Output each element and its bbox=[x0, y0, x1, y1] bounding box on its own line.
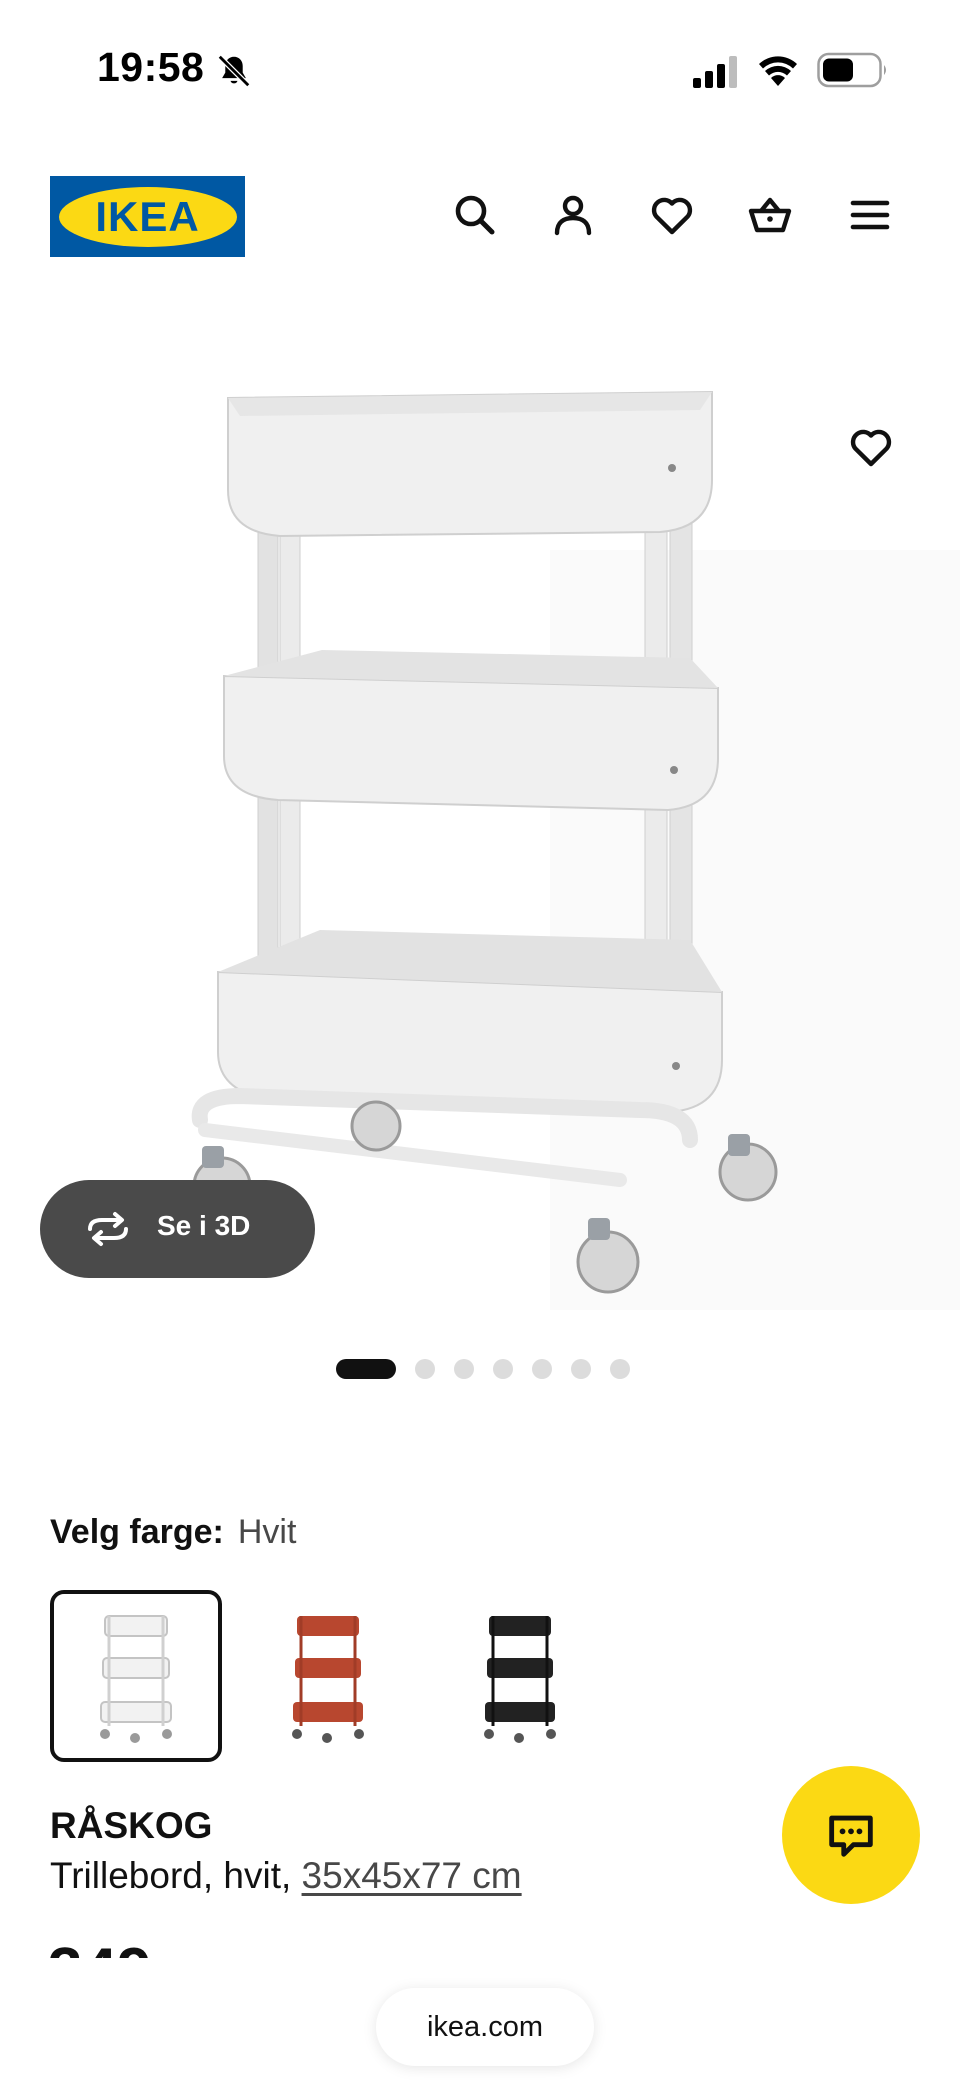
white-trolley-thumbnail bbox=[100, 1615, 172, 1743]
view-3d-button[interactable]: Se i 3D bbox=[40, 1180, 315, 1278]
color-swatch-black[interactable] bbox=[434, 1590, 606, 1762]
product-image[interactable] bbox=[0, 300, 960, 1310]
red-trolley-thumbnail bbox=[292, 1616, 364, 1743]
product-name: RÅSKOG bbox=[50, 1805, 213, 1846]
color-selector-label: Velg farge: Hvit bbox=[50, 1513, 296, 1552]
color-label: Velg farge: bbox=[50, 1513, 224, 1551]
carousel-dot[interactable] bbox=[571, 1359, 591, 1379]
carousel-dot[interactable] bbox=[493, 1359, 513, 1379]
carousel-dot-active[interactable] bbox=[336, 1359, 396, 1379]
wifi-icon bbox=[759, 56, 797, 86]
carousel-dot[interactable] bbox=[415, 1359, 435, 1379]
account-icon[interactable] bbox=[549, 191, 597, 239]
shopping-basket-icon[interactable] bbox=[746, 191, 794, 239]
browser-url-bar[interactable]: ikea.com bbox=[376, 1988, 594, 2066]
carousel-dot[interactable] bbox=[454, 1359, 474, 1379]
carousel-dot[interactable] bbox=[610, 1359, 630, 1379]
black-trolley-thumbnail bbox=[484, 1616, 556, 1743]
logo-oval: IKEA bbox=[58, 186, 237, 247]
product-description: Trillebord, hvit, 35x45x77 cm bbox=[50, 1855, 522, 1897]
product-price: 349 bbox=[48, 1940, 268, 1958]
view-3d-label: Se i 3D bbox=[157, 1210, 251, 1241]
battery-icon bbox=[817, 52, 886, 88]
logo-text: IKEA bbox=[95, 192, 200, 240]
search-icon[interactable] bbox=[451, 191, 499, 239]
carousel-dots bbox=[336, 1358, 630, 1380]
status-time: 19:58 bbox=[97, 44, 205, 90]
product-description-text: Trillebord, hvit, bbox=[50, 1855, 302, 1896]
favorite-heart-icon[interactable] bbox=[847, 423, 895, 471]
cellular-signal-icon bbox=[693, 56, 737, 88]
price-text-partial: 349 bbox=[48, 1940, 151, 1958]
color-swatch-red[interactable] bbox=[242, 1590, 414, 1762]
ikea-logo[interactable]: IKEA bbox=[50, 176, 245, 257]
menu-icon[interactable] bbox=[846, 191, 894, 239]
status-bar: 19:58 bbox=[0, 0, 960, 140]
chat-bubble-icon bbox=[829, 1815, 873, 1857]
product-dimensions-link[interactable]: 35x45x77 cm bbox=[302, 1855, 522, 1896]
color-swatch-white[interactable] bbox=[50, 1590, 222, 1762]
chat-button[interactable] bbox=[782, 1766, 920, 1904]
rotate-3d-icon bbox=[88, 1212, 128, 1246]
carousel-dot[interactable] bbox=[532, 1359, 552, 1379]
selected-color: Hvit bbox=[237, 1513, 297, 1551]
heart-icon[interactable] bbox=[648, 191, 696, 239]
bell-slash-icon bbox=[217, 54, 251, 88]
